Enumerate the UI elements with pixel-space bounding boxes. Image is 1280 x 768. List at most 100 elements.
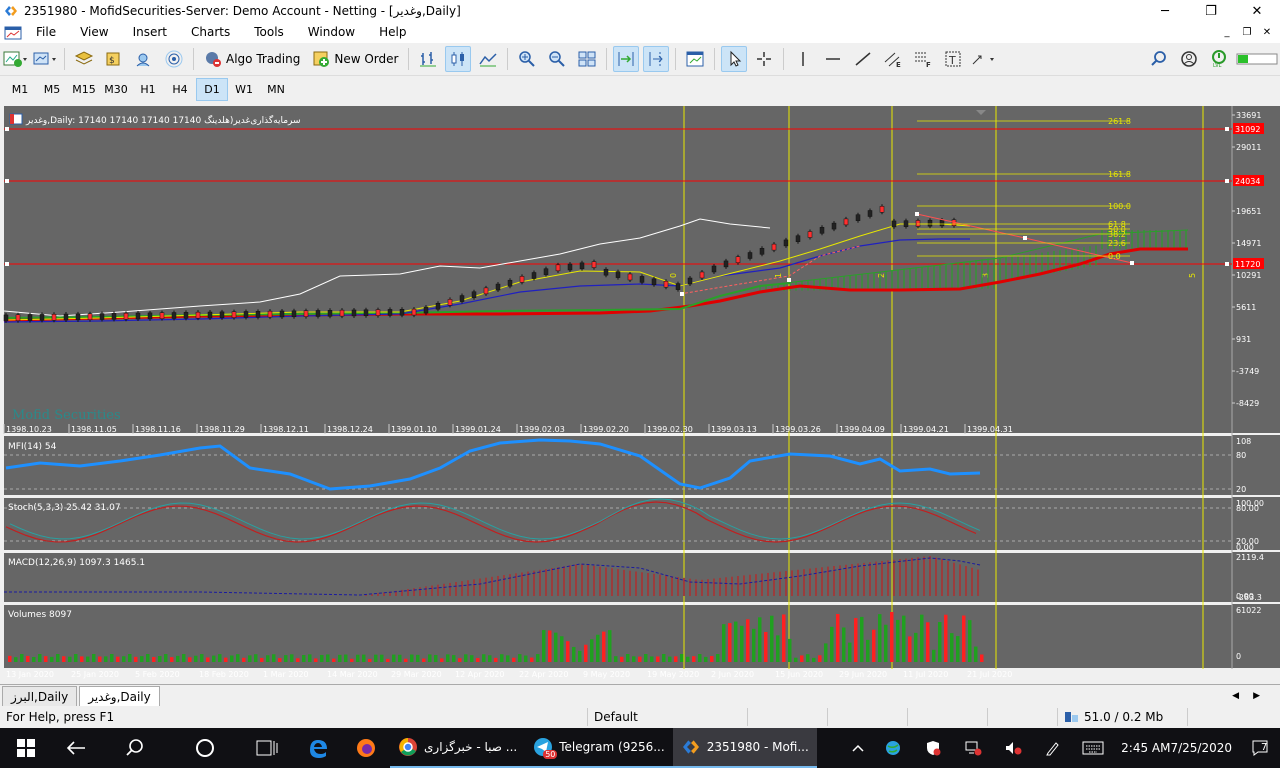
tab-ghadir-daily[interactable]: وغدیر,Daily [79,686,160,706]
line-chart-icon[interactable] [475,46,501,72]
candle-body [63,313,69,321]
signals-icon[interactable] [131,46,157,72]
svg-text:LVL: LVL [1213,63,1222,68]
tray-volume[interactable] [993,728,1033,768]
search-icon[interactable] [1146,46,1172,72]
mdi-close-button[interactable]: ✕ [1258,25,1276,41]
profiles-icon[interactable] [32,46,58,72]
menu-view[interactable]: View [68,22,120,43]
market-watch-icon[interactable] [71,46,97,72]
tray-security[interactable] [913,728,953,768]
tab-alborz-daily[interactable]: البرز,Daily [2,686,78,706]
templates-icon[interactable] [682,46,708,72]
zoom-out-icon[interactable] [544,46,570,72]
minimize-button[interactable]: ─ [1142,0,1188,22]
chart-window[interactable]: 01235 31092 24034 11720 261.8 161.8 100.0 61.… [0,106,1280,684]
text-icon[interactable]: T [940,46,966,72]
volume-bar [596,634,600,662]
task-view-button[interactable] [240,728,294,768]
level-anchor [1225,127,1229,131]
candlestick-icon[interactable] [445,46,472,72]
volume-bar [866,639,870,662]
broadcast-icon[interactable] [161,46,187,72]
signal-strength-icon [1236,46,1278,72]
windows-taskbar: صبا - خبرگزاری ... 50 Telegram (9256... … [0,728,1280,768]
new-chart-icon[interactable] [2,46,28,72]
chart-header-icon [9,113,23,125]
navigator-icon[interactable]: $ [101,46,127,72]
back-button[interactable] [52,728,100,768]
tray-network[interactable] [953,728,993,768]
time-label-bottom: 12 Apr 2020 [455,670,504,679]
taskbar-edge[interactable] [294,728,342,768]
close-button[interactable]: ✕ [1234,0,1280,22]
taskbar-telegram[interactable]: 50 Telegram (9256... [525,728,673,768]
action-center[interactable]: 7 [1240,728,1280,768]
zoom-in-icon[interactable] [514,46,540,72]
mdi-restore-button[interactable]: ❐ [1238,25,1256,41]
timeframe-d1[interactable]: D1 [196,78,228,101]
taskbar-chrome[interactable]: صبا - خبرگزاری ... [390,728,526,768]
tab-scroll-left-icon[interactable]: ◀ [1232,691,1239,701]
connection-icon[interactable]: LVL [1206,46,1232,72]
status-traffic[interactable]: 51.0 / 0.2 Mb [1058,708,1188,726]
mdi-minimize-button[interactable]: _ [1218,25,1236,41]
timeframe-w1[interactable]: W1 [228,78,260,101]
timeframe-m1[interactable]: M1 [4,78,36,101]
menu-bar: File View Insert Charts Tools Window Hel… [0,22,1280,43]
volume-bar [698,654,702,662]
autoscroll-icon[interactable] [613,46,640,72]
search-button[interactable] [100,728,170,768]
maximize-button[interactable]: ❐ [1188,0,1234,22]
crosshair-icon[interactable] [751,46,777,72]
cursor-icon[interactable] [721,46,748,72]
volume-bar [848,642,852,662]
account-icon[interactable] [1176,46,1202,72]
stoch-tick: 0.00 [1236,543,1254,552]
fibonacci-icon[interactable]: F [910,46,936,72]
tray-network-globe[interactable] [873,728,913,768]
tab-scroll-right-icon[interactable]: ▶ [1253,691,1260,701]
chart-shift-icon[interactable] [643,46,670,72]
candle-body [267,310,273,318]
equidistant-channel-icon[interactable]: E [880,46,906,72]
trendline-icon[interactable] [850,46,876,72]
tray-keyboard[interactable] [1073,728,1113,768]
volume-bar [80,656,84,662]
volume-bar [938,622,942,662]
price-tag-text: 24034 [1235,177,1260,186]
timeframe-h1[interactable]: H1 [132,78,164,101]
taskbar-metatrader[interactable]: 2351980 - Mofi... [672,728,817,768]
candle-body [279,310,285,318]
menu-charts[interactable]: Charts [179,22,242,43]
cortana-button[interactable] [170,728,240,768]
timeframe-m30[interactable]: M30 [100,78,132,101]
menu-window[interactable]: Window [296,22,367,43]
system-clock[interactable]: 2:45 AM 7/25/2020 [1113,728,1240,768]
time-label-bottom: 2 Jun 2020 [711,670,754,679]
volume-bar [554,632,558,662]
tile-windows-icon[interactable] [574,46,600,72]
volume-bar [584,644,588,662]
price-chart[interactable]: 01235 310922403411720 261.8161.8100.061.… [0,106,1280,684]
new-order-button[interactable]: New Order [308,46,402,72]
arrows-icon[interactable] [970,46,996,72]
menu-help[interactable]: Help [367,22,418,43]
horizontal-line-icon[interactable] [820,46,846,72]
pen-icon [1046,742,1059,756]
timeframe-mn[interactable]: MN [260,78,292,101]
volume-bar [404,658,408,662]
tray-pen[interactable] [1033,728,1073,768]
timeframe-h4[interactable]: H4 [164,78,196,101]
menu-tools[interactable]: Tools [242,22,296,43]
start-button[interactable] [0,728,52,768]
bar-chart-icon[interactable] [415,46,441,72]
menu-insert[interactable]: Insert [121,22,179,43]
taskbar-firefox[interactable] [342,728,390,768]
algo-trading-button[interactable]: Algo Trading [200,46,304,72]
show-hidden-icons[interactable] [843,728,873,768]
timeframe-m15[interactable]: M15 [68,78,100,101]
timeframe-m5[interactable]: M5 [36,78,68,101]
vertical-line-icon[interactable] [790,46,816,72]
menu-file[interactable]: File [24,22,68,43]
